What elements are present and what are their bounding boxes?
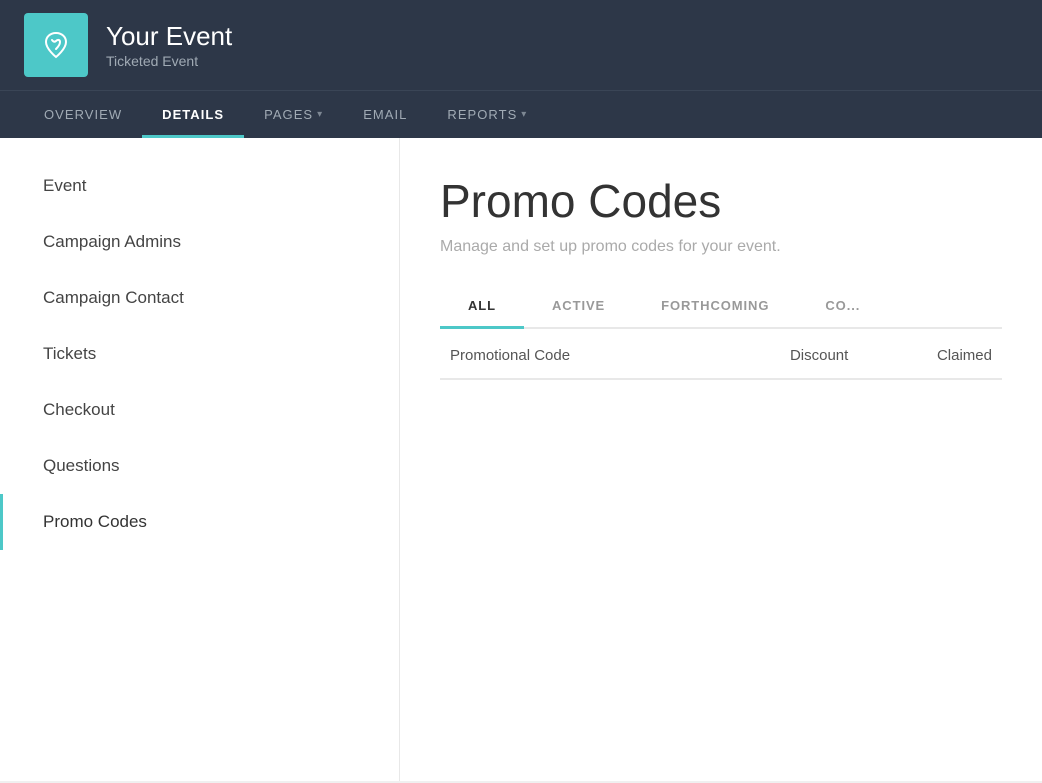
event-title: Your Event xyxy=(106,21,232,52)
app-header: Your Event Ticketed Event xyxy=(0,0,1042,90)
main-content: Promo Codes Manage and set up promo code… xyxy=(400,138,1042,781)
tab-active[interactable]: ACTIVE xyxy=(524,286,633,327)
nav-details[interactable]: DETAILS xyxy=(142,91,244,138)
col-promotional-code: Promotional Code xyxy=(440,329,708,379)
tab-forthcoming[interactable]: FORTHCOMING xyxy=(633,286,797,327)
promo-tabs: ALL ACTIVE FORTHCOMING CO... xyxy=(440,286,1002,329)
sidebar-item-promo-codes[interactable]: Promo Codes xyxy=(0,494,399,550)
page-subtitle: Manage and set up promo codes for your e… xyxy=(440,238,1002,256)
sidebar-item-campaign-admins[interactable]: Campaign Admins xyxy=(0,214,399,270)
promo-table: Promotional Code Discount Claimed xyxy=(440,329,1002,380)
col-claimed: Claimed xyxy=(858,329,1002,379)
header-text: Your Event Ticketed Event xyxy=(106,21,232,68)
nav-overview[interactable]: OVERVIEW xyxy=(24,91,142,138)
sidebar-item-campaign-contact[interactable]: Campaign Contact xyxy=(0,270,399,326)
col-discount: Discount xyxy=(708,329,858,379)
nav-pages[interactable]: PAGES ▾ xyxy=(244,91,343,138)
tab-all[interactable]: ALL xyxy=(440,286,524,327)
tab-completed[interactable]: CO... xyxy=(797,286,888,327)
page-title: Promo Codes xyxy=(440,174,1002,228)
main-layout: Event Campaign Admins Campaign Contact T… xyxy=(0,138,1042,781)
sidebar: Event Campaign Admins Campaign Contact T… xyxy=(0,138,400,781)
sidebar-item-tickets[interactable]: Tickets xyxy=(0,326,399,382)
nav-email[interactable]: EMAIL xyxy=(343,91,427,138)
event-type: Ticketed Event xyxy=(106,53,232,69)
reports-chevron-icon: ▾ xyxy=(521,109,527,120)
sidebar-item-event[interactable]: Event xyxy=(0,158,399,214)
event-logo xyxy=(24,13,88,77)
sidebar-item-questions[interactable]: Questions xyxy=(0,438,399,494)
nav-reports[interactable]: REPORTS ▾ xyxy=(427,91,547,138)
main-nav: OVERVIEW DETAILS PAGES ▾ EMAIL REPORTS ▾ xyxy=(0,90,1042,138)
pages-chevron-icon: ▾ xyxy=(317,109,323,120)
sidebar-item-checkout[interactable]: Checkout xyxy=(0,382,399,438)
